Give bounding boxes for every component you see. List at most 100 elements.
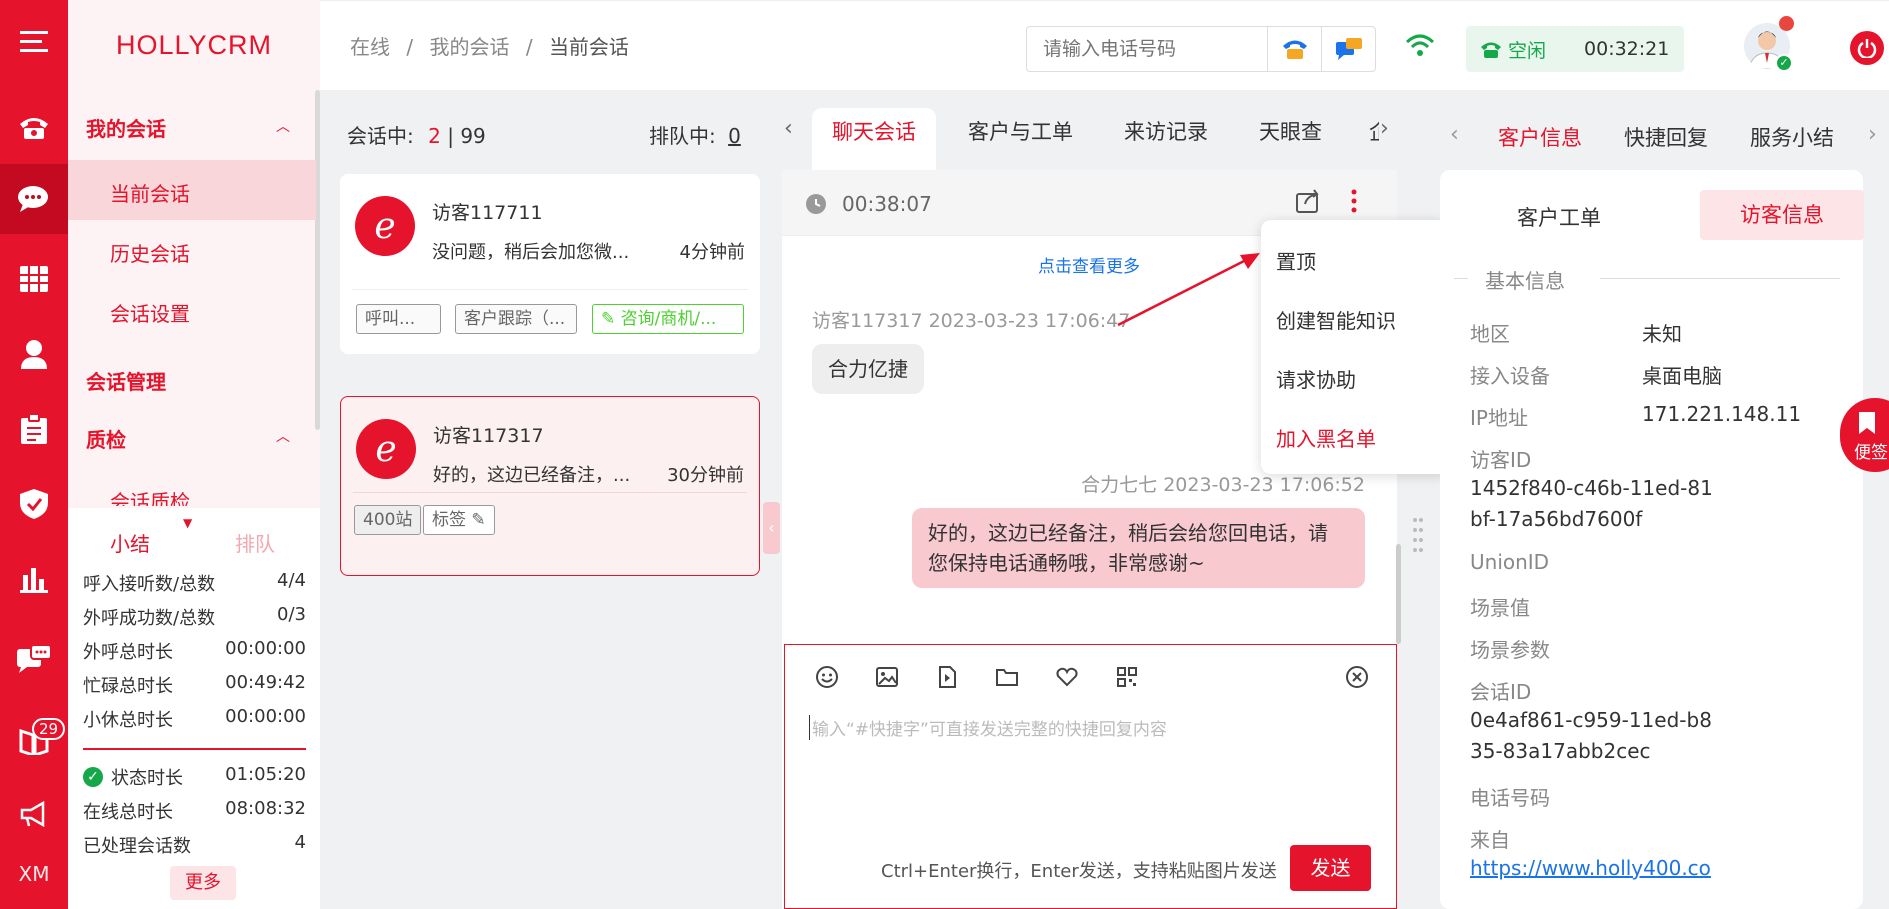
tab-service-summary[interactable]: 服务小结 bbox=[1750, 122, 1834, 152]
breadcrumb-item[interactable]: 我的会话 bbox=[429, 35, 509, 59]
close-icon[interactable] bbox=[1345, 665, 1369, 689]
menu-item-request-help[interactable]: 请求协助 bbox=[1276, 364, 1356, 393]
from-link[interactable]: https://www.holly400.co bbox=[1470, 856, 1711, 880]
stat-row: 呼入接听数/总数 4/4 bbox=[83, 570, 306, 595]
session-id-value: 35-83a17abb2cec bbox=[1470, 739, 1651, 763]
more-button[interactable]: 更多 bbox=[170, 866, 236, 900]
menu-item-pin[interactable]: 置顶 bbox=[1276, 246, 1316, 275]
chat-timer: 00:38:07 bbox=[842, 192, 932, 216]
menu-item-create-knowledge[interactable]: 创建智能知识 bbox=[1276, 305, 1396, 334]
clipboard-icon[interactable] bbox=[0, 400, 68, 458]
tab-quick-reply[interactable]: 快捷回复 bbox=[1624, 122, 1708, 152]
info-tabs: ‹ 客户信息 快捷回复 服务小结 › bbox=[1405, 90, 1889, 168]
stat-row: ✓ 状态时长 01:05:20 bbox=[83, 764, 306, 790]
bookmark-icon bbox=[1859, 412, 1875, 434]
phone-icon[interactable] bbox=[0, 98, 68, 156]
send-hint: Ctrl+Enter换行，Enter发送，支持粘贴图片发送 bbox=[881, 861, 1277, 882]
message-meta: 合力七七 2023-03-23 17:06:52 bbox=[1081, 474, 1365, 496]
chevron-left-icon[interactable]: ‹ bbox=[784, 116, 793, 141]
phone-input[interactable] bbox=[1027, 29, 1267, 69]
chevron-left-icon[interactable]: ‹ bbox=[1450, 122, 1459, 147]
message-input[interactable]: 输入“#快捷字”可直接发送完整的快捷回复内容 bbox=[809, 715, 1369, 740]
breadcrumb-item[interactable]: 在线 bbox=[350, 35, 390, 59]
context-menu: 置顶 创建智能知识 请求协助 加入黑名单 bbox=[1261, 220, 1451, 474]
tab-tianyancha[interactable]: 天眼查 bbox=[1259, 116, 1322, 146]
dial-button[interactable] bbox=[1267, 27, 1321, 71]
nav-item-session-settings[interactable]: 会话设置 bbox=[110, 298, 190, 327]
user-icon[interactable] bbox=[0, 325, 68, 383]
chat-scrollbar[interactable] bbox=[1396, 544, 1401, 644]
nav-active-highlight bbox=[68, 160, 316, 220]
divider bbox=[83, 748, 306, 750]
image-icon[interactable] bbox=[875, 665, 899, 689]
nav-group-quality[interactable]: 质检 bbox=[86, 424, 126, 453]
stat-row: 外呼总时长 00:00:00 bbox=[83, 638, 306, 663]
power-icon[interactable] bbox=[1850, 31, 1884, 65]
chevron-right-icon[interactable]: › bbox=[1380, 116, 1389, 141]
nav-group-my-sessions[interactable]: 我的会话 bbox=[86, 113, 166, 142]
check-icon: ✓ bbox=[83, 767, 103, 787]
nav-item-history-session[interactable]: 历史会话 bbox=[110, 238, 190, 267]
nav-item-quality-check[interactable]: 会话质检 bbox=[110, 486, 190, 506]
menu-item-blacklist[interactable]: 加入黑名单 bbox=[1276, 423, 1376, 452]
edit-icon: ✎ bbox=[471, 510, 486, 530]
shield-icon[interactable] bbox=[0, 475, 68, 533]
share-icon[interactable] bbox=[1295, 188, 1321, 214]
customer-info-panel: 客户工单 访客信息 基本信息 地区 未知 接入设备 桌面电脑 IP地址 171.… bbox=[1440, 170, 1864, 909]
tab-queue[interactable]: 排队 bbox=[235, 528, 275, 557]
annotation-arrow bbox=[1117, 253, 1260, 327]
session-card[interactable]: e 访客117711 没问题，稍后会加您微... 4分钟前 呼叫... 客户跟踪… bbox=[340, 174, 760, 354]
icon-rail: 29 XM bbox=[0, 0, 68, 909]
nav-group-session-management[interactable]: 会话管理 bbox=[86, 366, 166, 395]
tab-visitor-info[interactable]: 访客信息 bbox=[1700, 190, 1864, 240]
tab-chat[interactable]: 聊天会话 bbox=[832, 116, 916, 146]
grid-icon[interactable] bbox=[0, 250, 68, 308]
region-value: 未知 bbox=[1642, 322, 1682, 346]
top-bar: 在线 / 我的会话 / 当前会话 空闲 00:32:21 ✓ bbox=[320, 0, 1889, 90]
tag-consult[interactable]: ✎ 咨询/商机/... bbox=[592, 304, 744, 334]
emoji-icon[interactable] bbox=[815, 665, 839, 689]
video-icon[interactable] bbox=[935, 665, 959, 689]
session-id-value: 0e4af861-c959-11ed-b8 bbox=[1470, 708, 1712, 732]
tab-customer-info[interactable]: 客户信息 bbox=[1498, 122, 1582, 152]
bar-chart-icon[interactable] bbox=[0, 550, 68, 608]
resize-handle-icon[interactable] bbox=[1413, 514, 1423, 554]
tab-summary[interactable]: 小结 bbox=[110, 528, 150, 557]
rail-footer-text: XM bbox=[18, 862, 50, 886]
chat-tabs: ‹ 聊天会话 客户与工单 来访记录 天眼查 企 › bbox=[780, 90, 1400, 170]
folder-icon[interactable] bbox=[995, 665, 1019, 689]
notification-badge: 29 bbox=[32, 718, 66, 740]
tab-customer-ticket[interactable]: 客户与工单 bbox=[968, 116, 1073, 146]
session-card-active[interactable]: e 访客117317 好的，这边已经备注，... 30分钟前 400站 标签 ✎ bbox=[340, 396, 760, 576]
more-vert-icon[interactable] bbox=[1350, 188, 1358, 214]
clock-icon bbox=[806, 194, 826, 214]
tag[interactable]: 客户跟踪（... bbox=[455, 304, 577, 334]
collapse-handle[interactable]: ‹ bbox=[763, 502, 780, 554]
stats-panel: 小结 ▼ 排队 呼入接听数/总数 4/4 外呼成功数/总数 0/3 外呼总时长 00:… bbox=[68, 508, 320, 909]
tag[interactable]: 呼叫... bbox=[356, 304, 441, 334]
tab-customer-ticket[interactable]: 客户工单 bbox=[1517, 202, 1601, 232]
chat-icon[interactable] bbox=[0, 164, 68, 234]
visitor-id-value: bf-17a56bd7600f bbox=[1470, 507, 1643, 531]
tab-more[interactable]: 企 bbox=[1369, 116, 1379, 146]
qrcode-icon[interactable] bbox=[1115, 665, 1139, 689]
menu-toggle-icon[interactable] bbox=[0, 12, 68, 70]
agent-status[interactable]: 空闲 00:32:21 bbox=[1466, 26, 1684, 72]
chevron-up-icon[interactable]: ︿ bbox=[276, 116, 290, 136]
heart-icon[interactable] bbox=[1055, 665, 1079, 689]
message-icon[interactable] bbox=[0, 630, 68, 688]
stat-row: 外呼成功数/总数 0/3 bbox=[83, 604, 306, 629]
megaphone-icon[interactable] bbox=[0, 785, 68, 843]
chevron-up-icon[interactable]: ︿ bbox=[276, 426, 290, 446]
side-nav: HOLLYCRM 我的会话 ︿ 当前会话 历史会话 会话设置 会话管理 质检 ︿… bbox=[68, 0, 320, 909]
tag[interactable]: 400站 bbox=[354, 505, 422, 535]
tag-edit[interactable]: 标签 ✎ bbox=[423, 505, 495, 535]
nav-item-current-session[interactable]: 当前会话 bbox=[110, 178, 190, 207]
sms-button[interactable] bbox=[1321, 27, 1375, 71]
chevron-right-icon[interactable]: › bbox=[1868, 122, 1877, 147]
tab-visit-records[interactable]: 来访记录 bbox=[1124, 116, 1208, 146]
section-title: 基本信息 bbox=[1485, 269, 1565, 293]
phone-search bbox=[1026, 26, 1376, 72]
ip-value: 171.221.148.11 bbox=[1642, 402, 1802, 426]
send-button[interactable]: 发送 bbox=[1290, 845, 1371, 891]
